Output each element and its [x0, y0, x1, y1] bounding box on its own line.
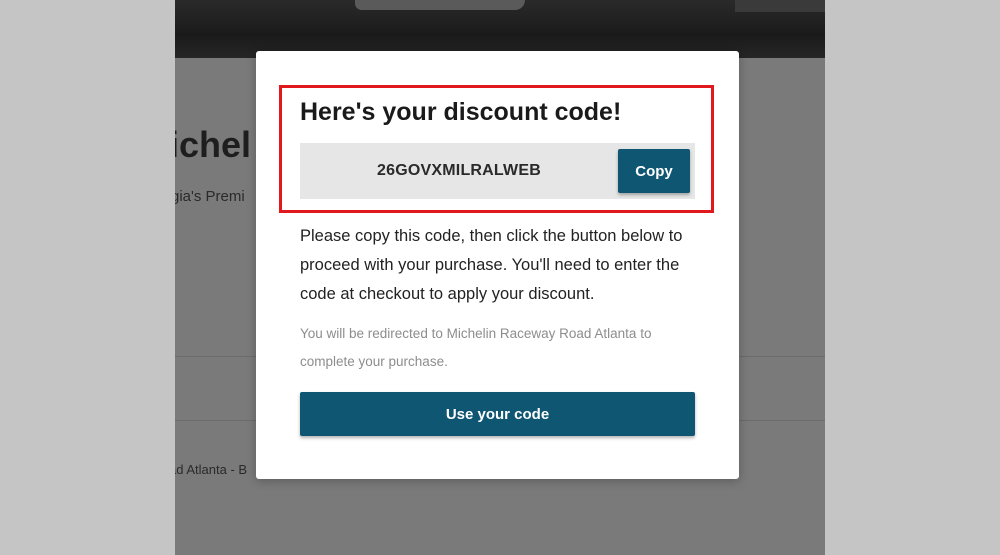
copy-button[interactable]: Copy: [618, 149, 690, 193]
background-footer-text: ad Atlanta - B: [169, 462, 248, 477]
modal-title: Here's your discount code!: [300, 98, 622, 126]
race-car-image-secondary: [735, 0, 825, 12]
screen: ichel gia's Premi ad Atlanta - B Here's …: [0, 0, 1000, 555]
discount-code-box: 26GOVXMILRALWEB Copy: [300, 143, 695, 199]
discount-code-text[interactable]: 26GOVXMILRALWEB: [300, 143, 618, 199]
overlay-left: [0, 0, 175, 555]
instructions-text: Please copy this code, then click the bu…: [300, 227, 683, 303]
discount-code-modal: Here's your discount code! 26GOVXMILRALW…: [256, 51, 739, 479]
background-page-subtitle: gia's Premi: [171, 188, 245, 205]
redirect-note: You will be redirected to Michelin Racew…: [300, 326, 652, 369]
race-car-image: [355, 0, 525, 10]
hero-image: [175, 0, 825, 58]
use-your-code-button[interactable]: Use your code: [300, 392, 695, 436]
background-page-title: ichel: [169, 124, 252, 165]
